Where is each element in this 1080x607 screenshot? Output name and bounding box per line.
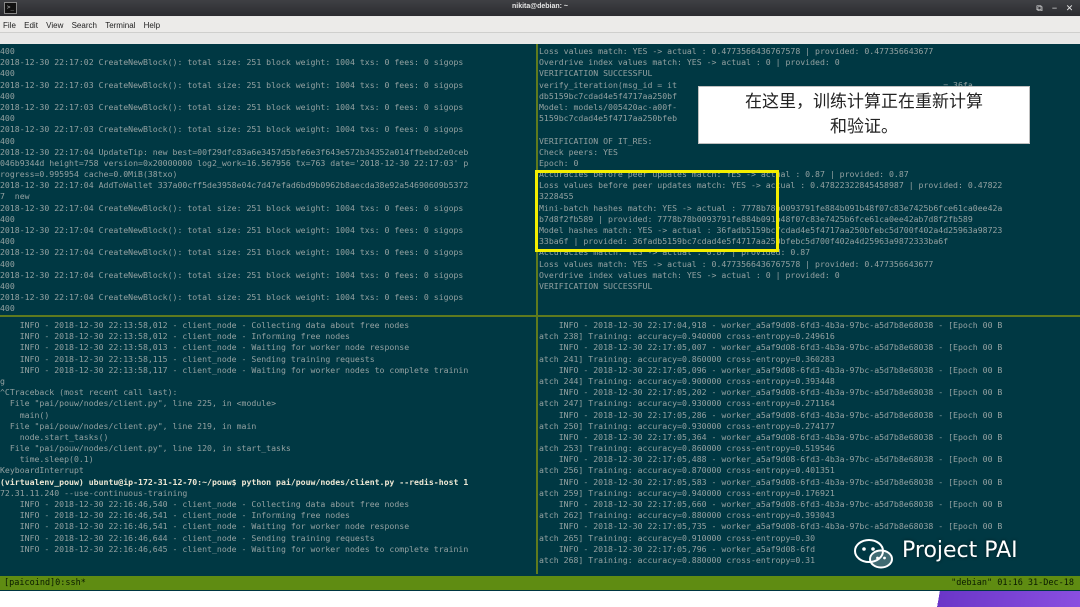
pane-divider-horizontal[interactable]: [0, 315, 1080, 317]
terminal-line: INFO - 2018-12-30 22:16:46,645 - client_…: [0, 543, 469, 554]
terminal-line: atch 238] Training: accuracy=0.940000 cr…: [539, 331, 835, 342]
terminal-line: INFO - 2018-12-30 22:13:58,013 - client_…: [0, 342, 410, 353]
terminal-line: atch 262] Training: accuracy=0.880000 cr…: [539, 510, 835, 521]
tmux-status-bar: [paicoind]0:ssh* "debian" 01:16 31-Dec-1…: [0, 576, 1080, 590]
terminal-line: rogress=0.995954 cache=0.0MiB(38txo): [0, 169, 178, 180]
terminal-line: 2018-12-30 22:17:02 CreateNewBlock(): to…: [0, 57, 464, 68]
terminal-line: 2018-12-30 22:17:03 CreateNewBlock(): to…: [0, 101, 464, 112]
terminal-line: 2018-12-30 22:17:04 CreateNewBlock(): to…: [0, 225, 464, 235]
terminal-line: INFO - 2018-12-30 22:16:46,541 - client_…: [0, 521, 410, 532]
terminal-line: 400: [0, 303, 15, 313]
terminal-line: VERIFICATION SUCCESSFUL: [539, 280, 653, 291]
terminal-line: INFO - 2018-12-30 22:13:58,012 - client_…: [0, 331, 350, 342]
terminal-line: INFO - 2018-12-30 22:17:05,735 - worker_…: [539, 521, 1003, 532]
pane-client-node[interactable]: INFO - 2018-12-30 22:13:58,012 - client_…: [0, 320, 535, 574]
menu-terminal[interactable]: Terminal: [102, 17, 138, 30]
pane-paicoind-log[interactable]: 400 2018-12-30 22:17:02 CreateNewBlock():…: [0, 46, 535, 313]
terminal-line: INFO - 2018-12-30 22:13:58,012 - client_…: [0, 320, 410, 330]
terminal-line: File "pai/pouw/nodes/client.py", line 21…: [0, 420, 257, 431]
terminal-line: INFO - 2018-12-30 22:13:58,117 - client_…: [0, 364, 469, 375]
terminal-line: VERIFICATION SUCCESSFUL: [539, 68, 653, 79]
terminal-line: 400: [0, 135, 15, 146]
terminal-line: 2018-12-30 22:17:04 CreateNewBlock(): to…: [0, 269, 464, 280]
terminal-line: INFO - 2018-12-30 22:16:46,644 - client_…: [0, 532, 375, 543]
terminal-line: 2018-12-30 22:17:04 CreateNewBlock(): to…: [0, 247, 464, 258]
terminal-line: INFO - 2018-12-30 22:16:46,541 - client_…: [0, 510, 350, 521]
terminal-line: INFO - 2018-12-30 22:17:05,096 - worker_…: [539, 364, 1003, 375]
pane-divider-vertical[interactable]: [536, 44, 538, 574]
terminal-line: KeyboardInterrupt: [0, 465, 84, 476]
terminal-line: 400: [0, 68, 15, 79]
terminal-line: 2018-12-30 22:17:04 AddToWallet 337a00cf…: [0, 180, 469, 191]
terminal-line: 400: [0, 46, 15, 56]
terminal-line: INFO - 2018-12-30 22:17:05,202 - worker_…: [539, 387, 1003, 398]
menu-view[interactable]: View: [43, 17, 66, 30]
terminal-line: File "pai/pouw/nodes/client.py", line 22…: [0, 398, 277, 409]
terminal-line: INFO - 2018-12-30 22:13:58,115 - client_…: [0, 353, 375, 364]
watermark-text: Project PAI: [902, 538, 1018, 563]
terminal-line: INFO - 2018-12-30 22:17:05,364 - worker_…: [539, 431, 1003, 442]
terminal-line: atch 259] Training: accuracy=0.940000 cr…: [539, 487, 835, 498]
terminal-line: INFO - 2018-12-30 22:17:05,007 - worker_…: [539, 342, 1003, 353]
terminal-line: ^CTraceback (most recent call last):: [0, 387, 178, 398]
terminal-line: atch 241] Training: accuracy=0.860000 cr…: [539, 353, 835, 364]
callout-line-1: 在这里，训练计算正在重新计算: [745, 92, 983, 112]
terminal-line: main(): [0, 409, 50, 420]
window-title: nikita@debian: ~: [511, 3, 569, 10]
wechat-icon: [854, 539, 893, 569]
terminal-line: time.sleep(0.1): [0, 454, 94, 465]
terminal-line: 400: [0, 113, 15, 124]
terminal-line: atch 250] Training: accuracy=0.930000 cr…: [539, 420, 835, 431]
terminal-line: 046b9344d height=758 version=0x20000000 …: [0, 157, 469, 168]
terminal-line: 2018-12-30 22:17:04 UpdateTip: new best=…: [0, 146, 469, 157]
terminal-line: 400: [0, 90, 15, 101]
terminal-line: INFO - 2018-12-30 22:17:05,583 - worker_…: [539, 476, 1003, 487]
terminal-line: 400: [0, 280, 15, 291]
terminal-line: File "pai/pouw/nodes/client.py", line 12…: [0, 443, 291, 454]
highlight-box: [535, 170, 779, 252]
window-titlebar[interactable]: >_ nikita@debian: ~ ⧉ − ✕: [0, 0, 1080, 16]
slide-accent-band: [924, 591, 1080, 607]
terminal-line: 2018-12-30 22:17:04 CreateNewBlock(): to…: [0, 292, 464, 303]
terminal-line: 2018-12-30 22:17:03 CreateNewBlock(): to…: [0, 79, 464, 90]
menu-edit[interactable]: Edit: [21, 17, 41, 30]
terminal-line: node.start_tasks(): [0, 431, 109, 442]
restore-icon[interactable]: ⧉: [1033, 2, 1046, 14]
menu-help[interactable]: Help: [141, 17, 163, 30]
terminal-line: g: [0, 375, 5, 386]
terminal-line: atch 247] Training: accuracy=0.930000 cr…: [539, 398, 835, 409]
terminal-line: 72.31.11.240 --use-continuous-training: [0, 487, 188, 498]
callout-line-2: 和验证。: [830, 117, 898, 137]
status-session[interactable]: [paicoind]0:ssh*: [4, 576, 86, 590]
minimize-icon[interactable]: −: [1048, 2, 1061, 14]
terminal-line: Overdrive index values match: YES -> act…: [539, 57, 840, 68]
terminal-line: atch 253] Training: accuracy=0.860000 cr…: [539, 443, 835, 454]
terminal-line: atch 256] Training: accuracy=0.870000 cr…: [539, 465, 835, 476]
close-icon[interactable]: ✕: [1063, 2, 1076, 14]
terminal-line: 7 new: [0, 191, 30, 202]
terminal-line: 400: [0, 236, 15, 247]
terminal-line: Epoch: 0: [539, 157, 579, 168]
watermark: Project PAI: [852, 532, 1080, 576]
terminal-line: INFO - 2018-12-30 22:17:05,660 - worker_…: [539, 499, 1003, 509]
menu-file[interactable]: File: [0, 17, 19, 30]
terminal-line: Loss values match: YES -> actual : 0.477…: [539, 258, 934, 269]
terminal-line: Overdrive index values match: YES -> act…: [539, 269, 840, 280]
terminal-line: atch 244] Training: accuracy=0.900000 cr…: [539, 375, 835, 386]
menu-search[interactable]: Search: [69, 17, 100, 30]
terminal-line: 2018-12-30 22:17:04 CreateNewBlock(): to…: [0, 202, 464, 213]
terminal-line: 400: [0, 213, 15, 224]
terminal-line: (virtualenv_pouw) ubuntu@ip-172-31-12-70…: [0, 476, 469, 487]
terminal-line: INFO - 2018-12-30 22:17:05,286 - worker_…: [539, 409, 1003, 420]
terminal-line: Check peers: YES: [539, 146, 618, 157]
terminal-line: Loss values match: YES -> actual : 0.477…: [539, 46, 934, 56]
menu-bar: File Edit View Search Terminal Help: [0, 17, 1080, 33]
terminal-line: INFO - 2018-12-30 22:17:04,918 - worker_…: [539, 320, 1003, 330]
terminal-line: INFO - 2018-12-30 22:16:46,540 - client_…: [0, 499, 410, 509]
terminal-line: 2018-12-30 22:17:03 CreateNewBlock(): to…: [0, 124, 464, 135]
annotation-callout: 在这里，训练计算正在重新计算 和验证。: [698, 86, 1030, 144]
terminal-line: INFO - 2018-12-30 22:17:05,488 - worker_…: [539, 454, 1003, 465]
status-clock: "debian" 01:16 31-Dec-18: [951, 578, 1074, 588]
terminal-line: 400: [0, 258, 15, 269]
